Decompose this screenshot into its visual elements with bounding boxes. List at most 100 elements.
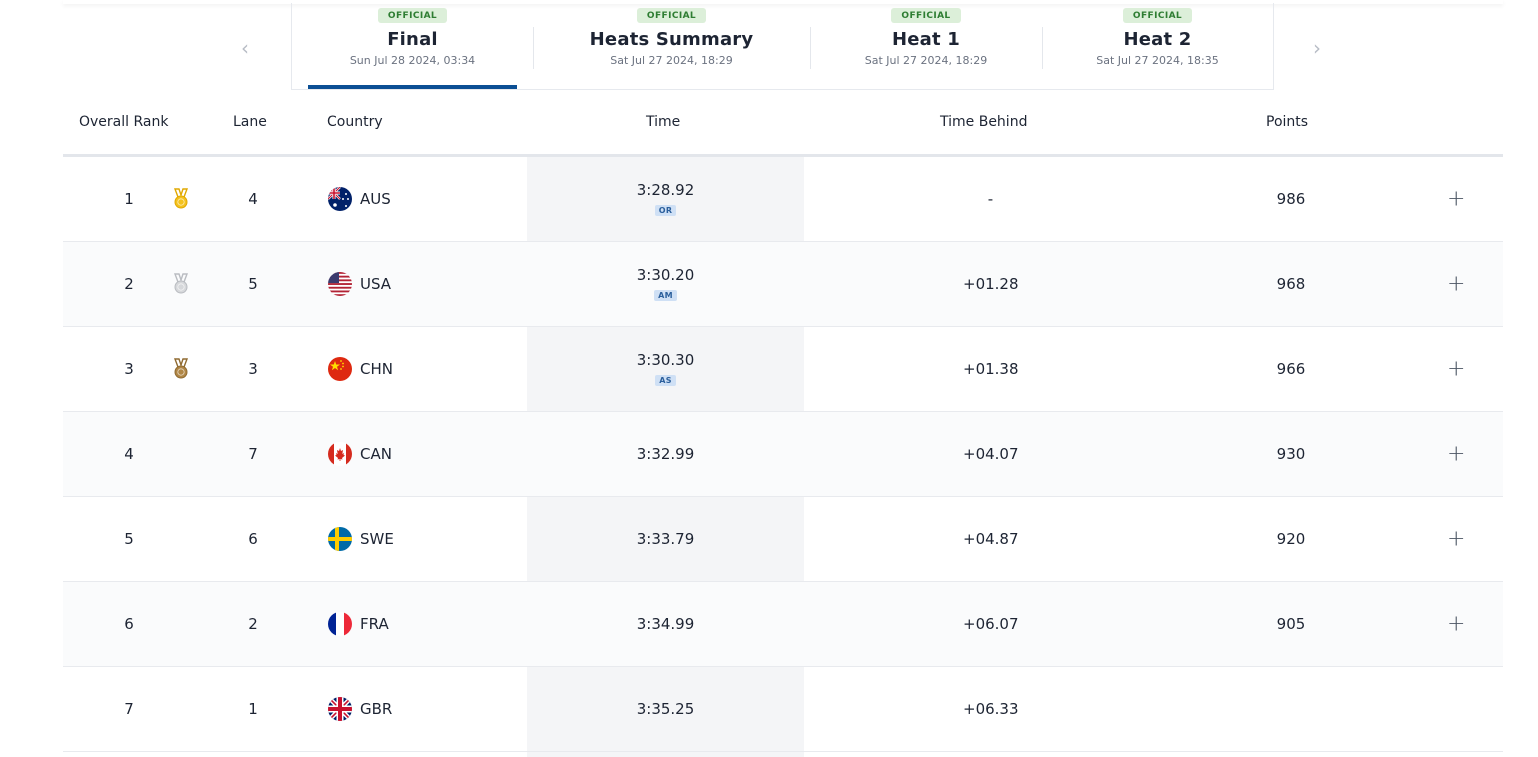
table-row[interactable]: 1 4 AUS 3:28.92 OR - 986 +: [63, 157, 1503, 242]
col-country[interactable]: Country: [327, 114, 383, 130]
table-row[interactable]: 5 6 SWE 3:33.79 +04.87 920 +: [63, 497, 1503, 582]
table-row[interactable]: 3 3 CHN 3:30.30 AS +01.38 966 +: [63, 327, 1503, 412]
col-time-behind[interactable]: Time Behind: [940, 114, 1027, 130]
lane-value: 5: [248, 275, 258, 293]
next-tab-arrow-icon[interactable]: ›: [1313, 36, 1321, 60]
active-tab-indicator: [308, 85, 517, 89]
points-value: 968: [1276, 275, 1306, 293]
lane-value: 4: [248, 190, 258, 208]
lane-value: 3: [248, 360, 258, 378]
flag-icon: [328, 697, 352, 721]
time-value: 3:30.30: [636, 351, 695, 369]
time-cell: 3:28.92 OR: [527, 181, 804, 217]
time-behind-value: +04.87: [963, 530, 1019, 548]
country-code: AUS: [360, 190, 391, 208]
time-cell: 3:34.99: [527, 615, 804, 633]
lane-value: 6: [248, 530, 258, 548]
tab-date: Sun Jul 28 2024, 03:34: [349, 54, 476, 67]
tab-title: Heat 2: [1123, 29, 1192, 50]
rank-value: 7: [124, 700, 134, 718]
table-row[interactable]: 2 5 USA 3:30.20 AM +01.28 968 +: [63, 242, 1503, 327]
table-row[interactable]: 7 1 GBR 3:35.25 +06.33: [63, 667, 1503, 752]
time-behind-value: +01.28: [963, 275, 1019, 293]
expand-row-icon[interactable]: +: [1447, 527, 1465, 552]
tab-heats-summary[interactable]: OFFICIAL Heats Summary Sat Jul 27 2024, …: [533, 3, 810, 89]
country-cell[interactable]: FRA: [328, 612, 389, 636]
rank-value: 1: [124, 190, 134, 208]
expand-row-icon[interactable]: +: [1447, 442, 1465, 467]
rank-value: 6: [124, 615, 134, 633]
country-cell[interactable]: GBR: [328, 697, 392, 721]
col-lane[interactable]: Lane: [233, 114, 267, 130]
points-value: 930: [1276, 445, 1306, 463]
table-row[interactable]: 4 7 CAN 3:32.99 +04.07 930 +: [63, 412, 1503, 497]
time-behind-value: +06.33: [963, 700, 1019, 718]
tab-date: Sat Jul 27 2024, 18:29: [864, 54, 988, 67]
country-cell[interactable]: SWE: [328, 527, 394, 551]
country-code: CAN: [360, 445, 392, 463]
rank-value: 4: [124, 445, 134, 463]
time-cell: 3:33.79: [527, 530, 804, 548]
official-badge: OFFICIAL: [891, 8, 961, 23]
expand-row-icon[interactable]: +: [1447, 357, 1465, 382]
tab-date: Sat Jul 27 2024, 18:35: [1096, 54, 1219, 67]
time-value: 3:35.25: [636, 700, 695, 718]
country-code: USA: [360, 275, 392, 293]
time-cell: 3:32.99: [527, 445, 804, 463]
col-points[interactable]: Points: [1266, 114, 1308, 130]
official-badge: OFFICIAL: [636, 8, 707, 23]
time-value: 3:30.20: [636, 266, 695, 284]
col-time[interactable]: Time: [646, 114, 680, 130]
bronze-medal-icon: [171, 358, 191, 380]
country-cell[interactable]: AUS: [328, 187, 391, 211]
record-badge: AS: [655, 375, 676, 386]
flag-icon: [328, 442, 352, 466]
tab-title: Heat 1: [891, 29, 960, 50]
country-code: GBR: [360, 700, 393, 718]
lane-value: 7: [248, 445, 258, 463]
lane-value: 2: [248, 615, 258, 633]
expand-row-icon[interactable]: +: [1447, 612, 1465, 637]
rank-value: 3: [124, 360, 134, 378]
col-overall-rank[interactable]: Overall Rank: [79, 114, 168, 130]
flag-icon: [328, 187, 352, 211]
table-row[interactable]: 6 2 FRA 3:34.99 +06.07 905 +: [63, 582, 1503, 667]
time-cell: 3:30.20 AM: [527, 266, 804, 302]
points-value: 966: [1276, 360, 1306, 378]
flag-icon: [328, 272, 352, 296]
points-value: 920: [1276, 530, 1306, 548]
country-code: FRA: [360, 615, 389, 633]
time-behind-value: +06.07: [963, 615, 1019, 633]
prev-tab-arrow-icon[interactable]: ‹: [241, 36, 249, 60]
record-badge: OR: [654, 205, 677, 216]
time-behind-value: -: [987, 190, 994, 208]
official-badge: OFFICIAL: [377, 8, 448, 23]
record-badge: AM: [654, 290, 677, 301]
time-value: 3:32.99: [636, 445, 695, 463]
flag-icon: [328, 527, 352, 551]
silver-medal-icon: [171, 273, 191, 295]
time-value: 3:28.92: [636, 181, 695, 199]
country-cell[interactable]: USA: [328, 272, 391, 296]
rank-value: 2: [124, 275, 134, 293]
tab-title: Heats Summary: [589, 29, 754, 50]
time-cell: 3:35.25: [527, 700, 804, 718]
results-table-header: Overall Rank Lane Country Time Time Behi…: [63, 110, 1503, 154]
time-behind-value: +04.07: [963, 445, 1019, 463]
country-cell[interactable]: CHN: [328, 357, 393, 381]
country-cell[interactable]: CAN: [328, 442, 392, 466]
tab-heat-2[interactable]: OFFICIAL Heat 2 Sat Jul 27 2024, 18:35: [1042, 3, 1273, 89]
rank-value: 5: [124, 530, 134, 548]
tab-date: Sat Jul 27 2024, 18:29: [610, 54, 733, 67]
results-table-body: 1 4 AUS 3:28.92 OR - 986 +2 5 USA 3:30.20 AM +01.28 9…: [63, 157, 1503, 752]
time-value: 3:34.99: [636, 615, 695, 633]
expand-row-icon[interactable]: +: [1447, 272, 1465, 297]
expand-row-icon[interactable]: +: [1447, 187, 1465, 212]
official-badge: OFFICIAL: [1122, 8, 1193, 23]
tab-heat-1[interactable]: OFFICIAL Heat 1 Sat Jul 27 2024, 18:29: [810, 3, 1042, 89]
points-value: 986: [1276, 190, 1306, 208]
tab-final[interactable]: OFFICIAL Final Sun Jul 28 2024, 03:34: [292, 3, 533, 89]
flag-icon: [328, 612, 352, 636]
tab-title: Final: [387, 29, 438, 50]
country-code: CHN: [360, 360, 393, 378]
